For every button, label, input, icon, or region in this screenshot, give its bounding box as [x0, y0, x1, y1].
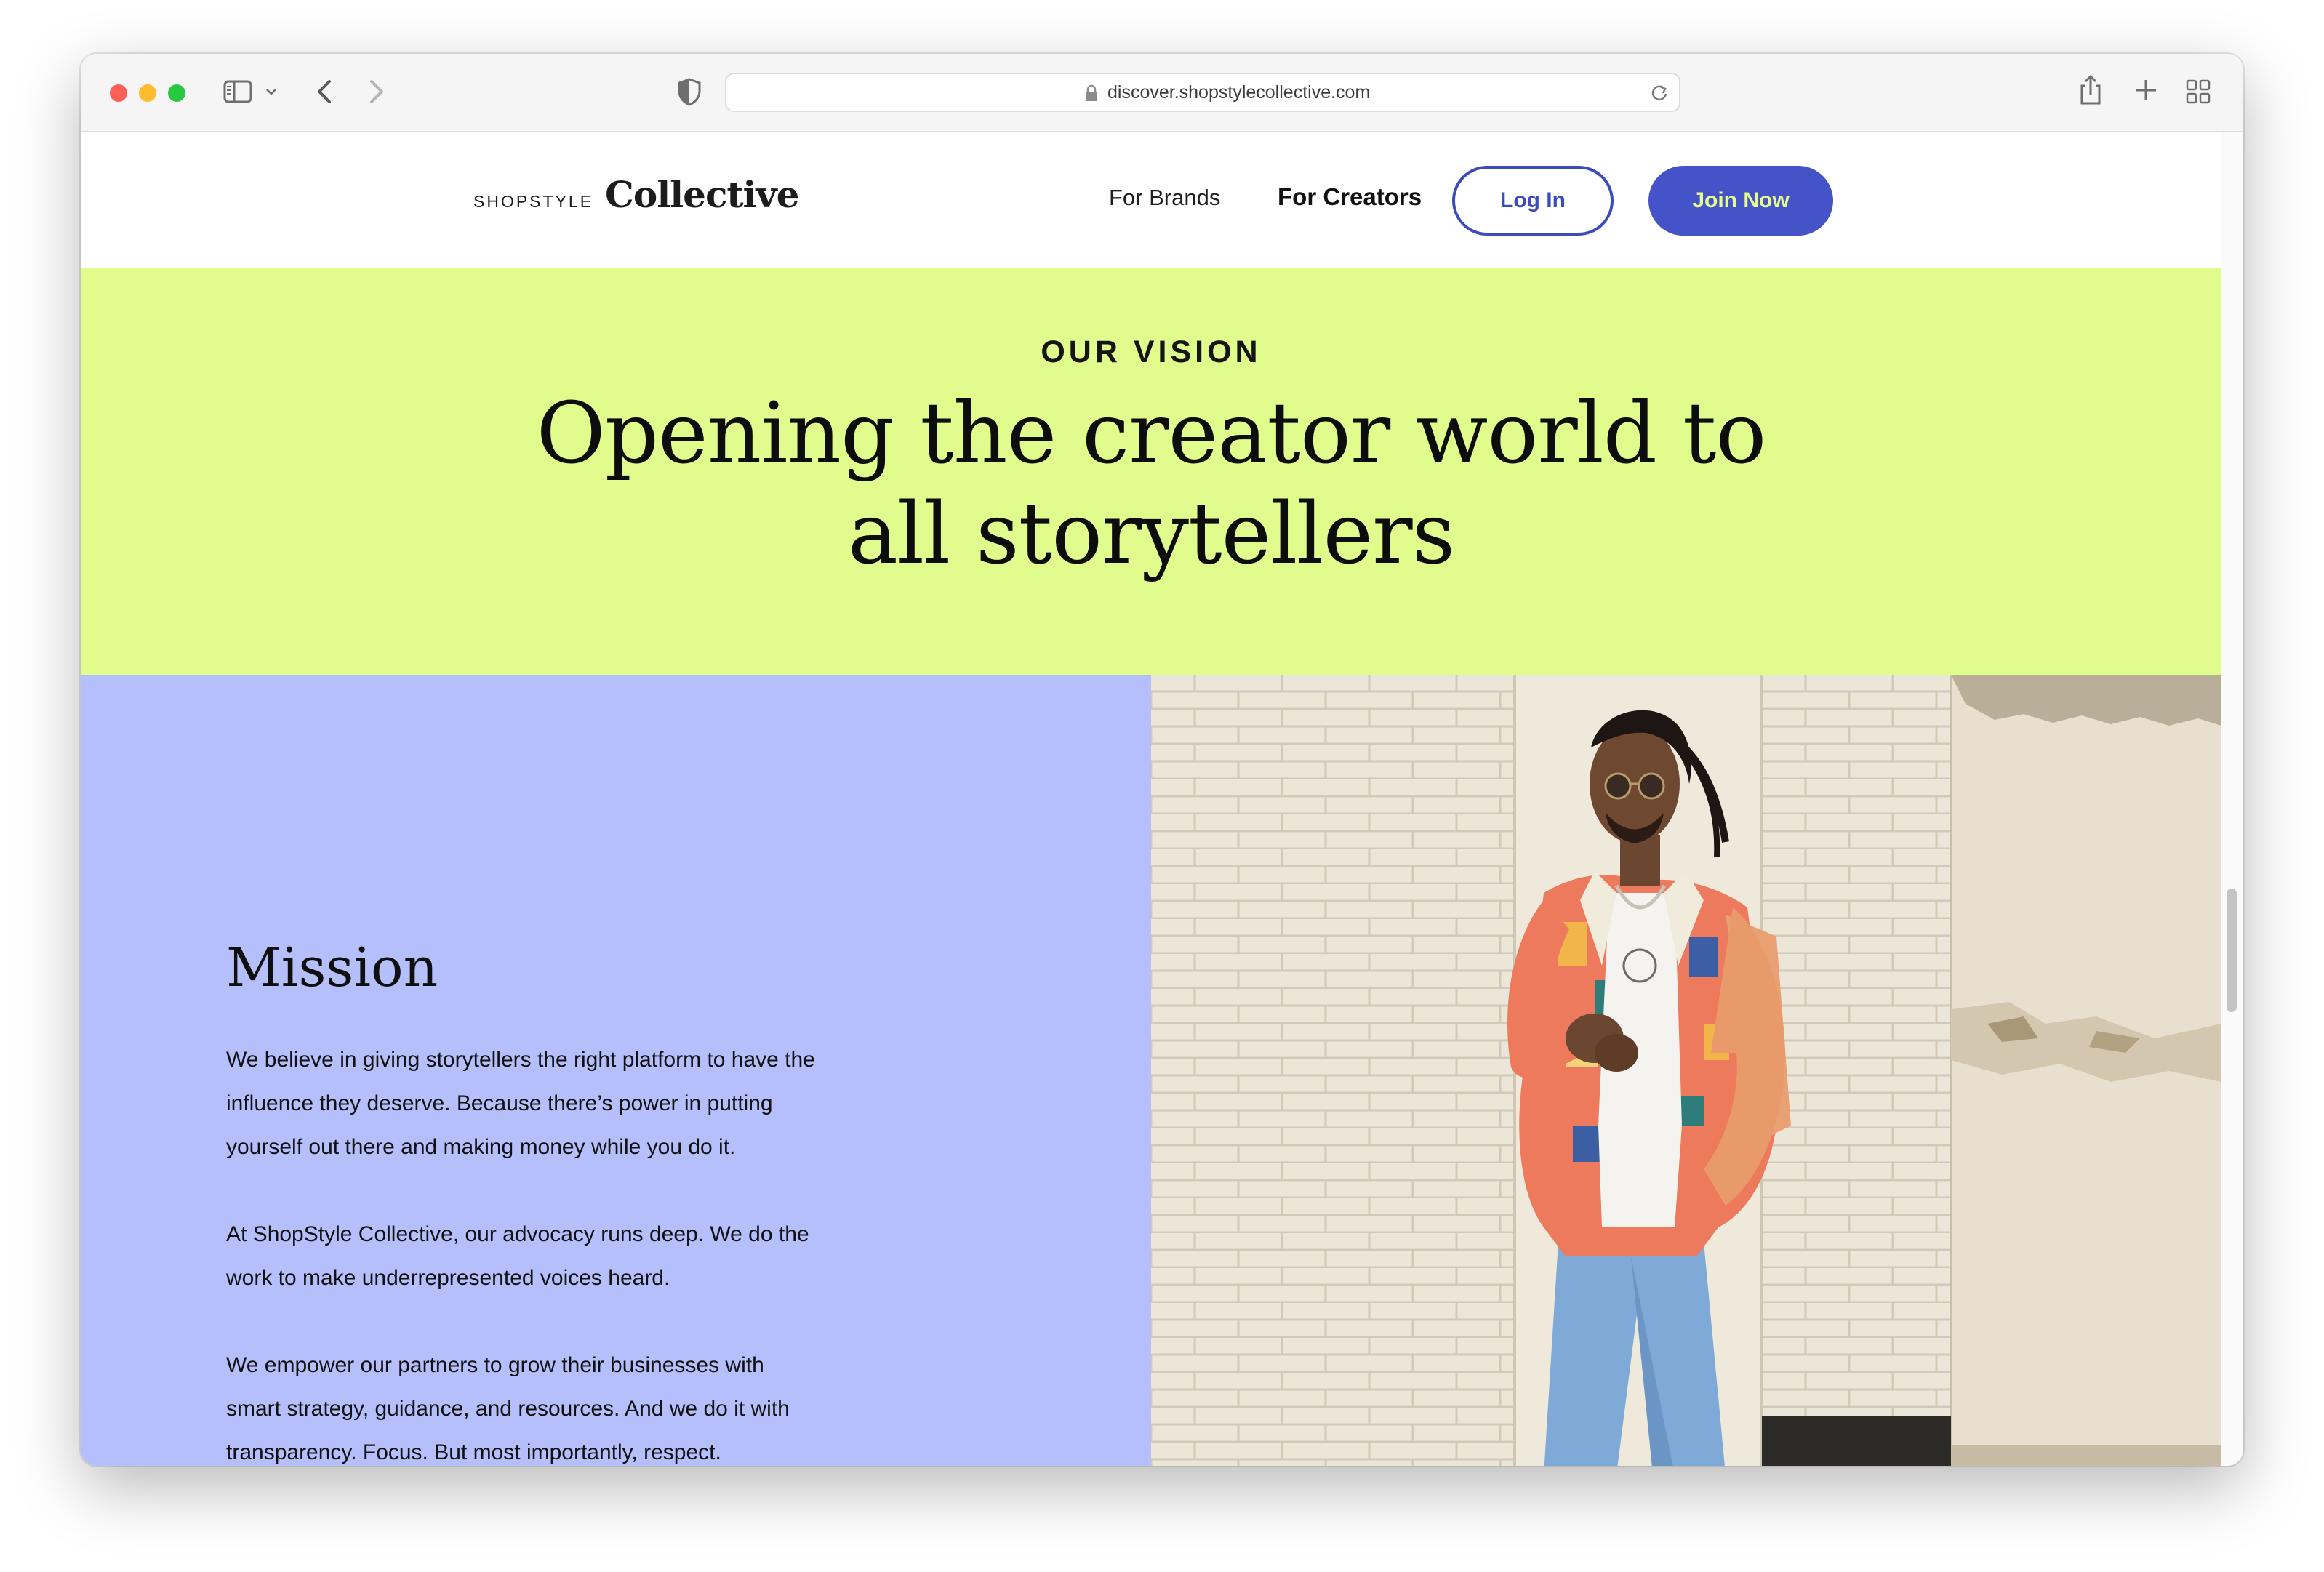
lock-icon [1084, 84, 1099, 102]
sidebar-icon[interactable] [223, 80, 252, 103]
mission-paragraph: We believe in giving storytellers the ri… [226, 1038, 895, 1169]
mission-paragraph: At ShopStyle Collective, our advocacy ru… [226, 1213, 895, 1300]
vision-title-line-2: all storytellers [847, 485, 1455, 583]
text-line: smart strategy, guidance, and resources.… [226, 1397, 790, 1421]
creator-photo [1151, 675, 2221, 1466]
chevron-left-icon[interactable] [310, 74, 340, 109]
share-icon[interactable] [2076, 73, 2105, 108]
grid-icon[interactable] [2184, 77, 2213, 106]
plus-icon[interactable] [2131, 76, 2160, 105]
browser-toolbar: discover.shopstylecollective.com [81, 54, 2243, 132]
text-line: yourself out there and making money whil… [226, 1135, 736, 1159]
vision-eyebrow: OUR VISION [1041, 334, 1262, 369]
vision-title-line-1: Opening the creator world to [536, 385, 1767, 483]
site-header: SHOPSTYLE Collective For Brands For Crea… [81, 132, 2221, 268]
zoom-window-button[interactable] [168, 84, 185, 102]
shield-icon[interactable] [677, 77, 702, 106]
login-button[interactable]: Log In [1452, 166, 1614, 236]
nav-for-brands[interactable]: For Brands [1109, 185, 1220, 211]
text-line: We believe in giving storytellers the ri… [226, 1048, 815, 1072]
mission-body: We believe in giving storytellers the ri… [226, 1038, 895, 1466]
text-line: transparency. Focus. But most importantl… [226, 1440, 721, 1464]
url-text: discover.shopstylecollective.com [1107, 82, 1371, 103]
address-bar[interactable]: discover.shopstylecollective.com [725, 73, 1680, 112]
mission-paragraph: We empower our partners to grow their bu… [226, 1344, 895, 1466]
text-line: At ShopStyle Collective, our advocacy ru… [226, 1222, 809, 1246]
minimize-window-button[interactable] [139, 84, 156, 102]
creator-photo-illustration [1151, 675, 2221, 1466]
scrollbar-track[interactable] [2221, 132, 2243, 1466]
chevron-down-icon[interactable] [264, 83, 279, 100]
logo-wordmark-large: Collective [605, 173, 799, 216]
text-line: We empower our partners to grow their bu… [226, 1353, 764, 1377]
vision-title: Opening the creator world to all storyte… [81, 384, 2221, 585]
mission-title: Mission [226, 937, 438, 999]
mission-section: Mission We believe in giving storyteller… [81, 675, 1151, 1466]
page-viewport[interactable]: SHOPSTYLE Collective For Brands For Crea… [81, 132, 2221, 1466]
logo-wordmark-small: SHOPSTYLE [473, 192, 594, 211]
vision-section: OUR VISION Opening the creator world to … [81, 268, 2221, 675]
text-line: work to make underrepresented voices hea… [226, 1266, 670, 1290]
chevron-right-icon[interactable] [361, 74, 390, 109]
close-window-button[interactable] [110, 84, 127, 102]
scrollbar-thumb[interactable] [2227, 889, 2237, 1012]
join-now-button[interactable]: Join Now [1648, 166, 1833, 236]
browser-window: discover.shopstylecollective.com SHOPSTY… [81, 54, 2243, 1466]
text-line: influence they deserve. Because there’s … [226, 1091, 773, 1115]
nav-for-creators[interactable]: For Creators [1278, 183, 1422, 211]
reload-icon[interactable] [1650, 83, 1669, 103]
site-logo[interactable]: SHOPSTYLE Collective [473, 173, 799, 216]
